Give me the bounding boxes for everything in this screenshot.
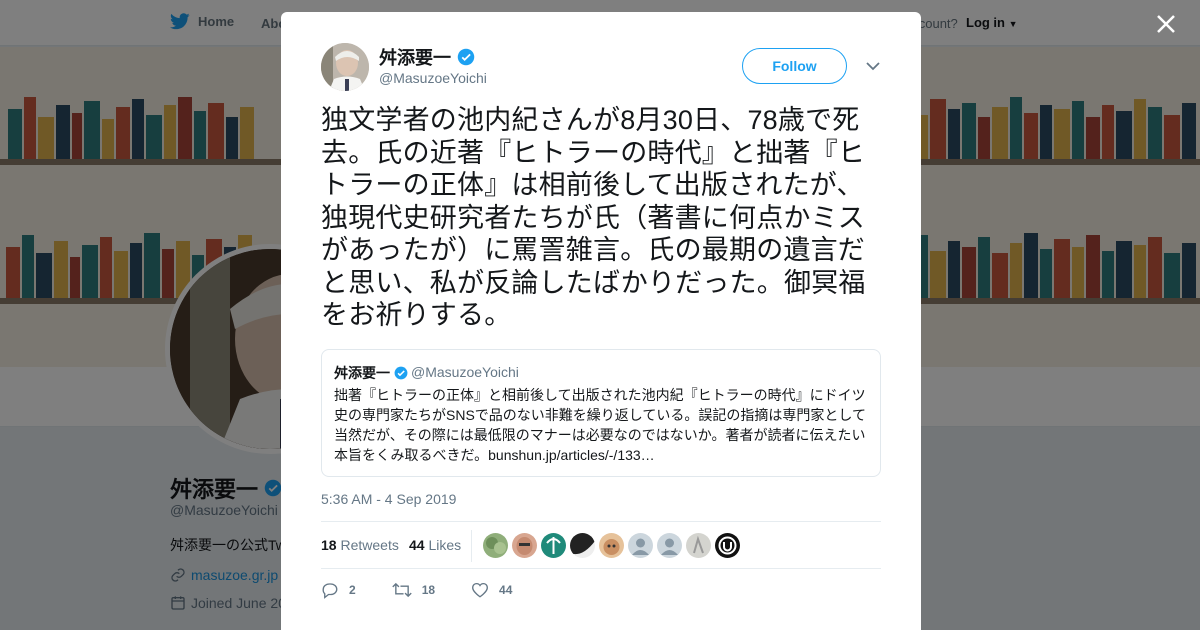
chevron-down-icon[interactable]: [866, 61, 880, 71]
quoted-author-handle: @MasuzoeYoichi: [411, 364, 519, 380]
quoted-tweet[interactable]: 舛添要一 @MasuzoeYoichi 拙著『ヒトラーの正体』と相前後して出版さ…: [321, 349, 881, 477]
liker-avatar[interactable]: [483, 533, 508, 558]
reply-count: 2: [349, 583, 356, 597]
likes-label: Likes: [428, 537, 462, 553]
retweets-stat[interactable]: 18 Retweets: [321, 537, 399, 553]
author-handle[interactable]: @MasuzoeYoichi: [379, 70, 487, 86]
quoted-text: 拙著『ヒトラーの正体』と相前後して出版された池内紀『ヒトラーの時代』にドイツ史の…: [334, 385, 870, 465]
retweets-label: Retweets: [340, 537, 399, 553]
likes-stat[interactable]: 44 Likes: [409, 537, 461, 553]
tweet-text: 独文学者の池内紀さんが8月30日、78歳で死去。氏の近著『ヒトラーの時代』と拙著…: [321, 105, 866, 330]
liker-avatar[interactable]: [599, 533, 624, 558]
tweet-modal: 舛添要一 @MasuzoeYoichi Follow 独文学者の池内紀さんが8月…: [281, 12, 921, 630]
tweet-timestamp[interactable]: 5:36 AM - 4 Sep 2019: [321, 491, 456, 507]
likers-list: [483, 533, 744, 558]
retweet-count: 18: [421, 583, 436, 597]
liker-avatar[interactable]: [512, 533, 537, 558]
reply-icon: [322, 583, 338, 599]
likes-count: 44: [409, 537, 425, 553]
liker-avatar[interactable]: [628, 533, 653, 558]
tweet-actions: 2 18 44: [321, 580, 548, 600]
quoted-author-name: 舛添要一: [334, 363, 408, 383]
verified-badge-icon: [457, 48, 475, 66]
follow-button[interactable]: Follow: [742, 48, 847, 84]
heart-icon: [472, 582, 489, 598]
stats-divider: [471, 530, 472, 562]
retweet-icon: [391, 582, 412, 598]
author-avatar[interactable]: [321, 43, 369, 91]
quoted-author-name-text: 舛添要一: [334, 365, 390, 381]
close-icon[interactable]: [1154, 12, 1178, 36]
quoted-link[interactable]: bunshun.jp/articles/-/133…: [488, 447, 655, 463]
liker-avatar[interactable]: [715, 533, 740, 558]
liker-avatar[interactable]: [657, 533, 682, 558]
retweet-action[interactable]: 18: [391, 581, 436, 599]
tweet-stats: 18 Retweets 44 Likes: [321, 521, 881, 569]
liker-avatar[interactable]: [570, 533, 595, 558]
liker-avatar[interactable]: [686, 533, 711, 558]
verified-badge-icon: [394, 366, 408, 380]
reply-action[interactable]: 2: [321, 581, 356, 599]
like-action[interactable]: 44: [471, 581, 512, 599]
author-name-text: 舛添要一: [379, 48, 451, 68]
like-count: 44: [499, 583, 513, 597]
liker-avatar[interactable]: [541, 533, 566, 558]
author-name[interactable]: 舛添要一: [379, 44, 475, 70]
retweets-count: 18: [321, 537, 337, 553]
